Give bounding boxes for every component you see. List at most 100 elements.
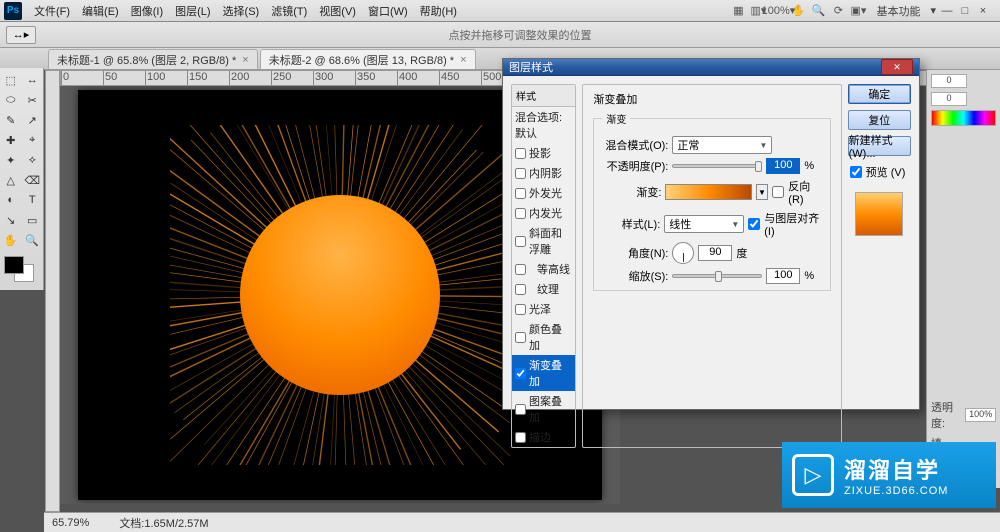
opacity-input[interactable]: 100 bbox=[766, 158, 800, 174]
value-a[interactable]: 0 bbox=[931, 74, 967, 88]
new-style-button[interactable]: 新建样式(W)... bbox=[848, 136, 911, 156]
menu-item[interactable]: 滤镜(T) bbox=[265, 3, 313, 19]
style-item[interactable]: 投影 bbox=[512, 143, 575, 163]
angle-dial[interactable] bbox=[672, 242, 694, 264]
color-ramp[interactable] bbox=[931, 110, 996, 126]
style-select[interactable]: 线性 bbox=[664, 215, 744, 233]
close-window-button[interactable]: × bbox=[976, 5, 990, 17]
tool-preset[interactable]: ↔▸ bbox=[6, 26, 36, 44]
tool-button[interactable]: ⌫ bbox=[22, 170, 44, 190]
tool-button[interactable]: ✋ bbox=[0, 230, 22, 250]
style-item[interactable]: 颜色叠加 bbox=[512, 319, 575, 355]
menu-item[interactable]: 图层(L) bbox=[169, 3, 216, 19]
tool-button[interactable]: ⌖ bbox=[22, 130, 44, 150]
menu-item[interactable]: 窗口(W) bbox=[362, 3, 414, 19]
tool-button[interactable]: ⬭ bbox=[0, 90, 22, 110]
tool-button[interactable]: ⬚ bbox=[0, 70, 22, 90]
reset-button[interactable]: 复位 bbox=[848, 110, 911, 130]
tool-button[interactable]: ↗ bbox=[22, 110, 44, 130]
status-bar: 65.79% 文档:1.65M/2.57M bbox=[44, 512, 1000, 532]
tool-button[interactable]: ↘ bbox=[0, 210, 22, 230]
style-checkbox[interactable] bbox=[515, 368, 526, 379]
opacity-slider[interactable] bbox=[672, 164, 762, 168]
menu-item[interactable]: 帮助(H) bbox=[414, 3, 463, 19]
style-item[interactable]: 等高线 bbox=[512, 259, 575, 279]
style-label: 描边 bbox=[529, 429, 551, 445]
style-checkbox[interactable] bbox=[515, 168, 526, 179]
style-item[interactable]: 渐变叠加 bbox=[512, 355, 575, 391]
style-item[interactable]: 纹理 bbox=[512, 279, 575, 299]
scale-input[interactable]: 100 bbox=[766, 268, 800, 284]
scale-slider[interactable] bbox=[672, 274, 762, 278]
reverse-checkbox[interactable] bbox=[772, 186, 784, 198]
tool-button[interactable]: 🔍 bbox=[22, 230, 44, 250]
style-item[interactable]: 内发光 bbox=[512, 203, 575, 223]
close-icon[interactable]: × bbox=[242, 54, 248, 66]
style-checkbox[interactable] bbox=[515, 264, 526, 275]
zoom-level[interactable]: 65.79% bbox=[52, 517, 89, 529]
gradient-dropdown[interactable]: ▼ bbox=[756, 184, 769, 200]
menu-item[interactable]: 编辑(E) bbox=[76, 3, 125, 19]
style-item[interactable]: 光泽 bbox=[512, 299, 575, 319]
style-checkbox[interactable] bbox=[515, 208, 526, 219]
style-checkbox[interactable] bbox=[515, 284, 526, 295]
document-tab[interactable]: 未标题-2 @ 68.6% (图层 13, RGB/8) * × bbox=[260, 49, 476, 69]
menu-item[interactable]: 图像(I) bbox=[125, 3, 169, 19]
zoom-100-icon[interactable]: 100%▾ bbox=[770, 3, 786, 19]
menu-item[interactable]: 选择(S) bbox=[217, 3, 266, 19]
angle-input[interactable]: 90 bbox=[698, 245, 732, 261]
tool-button[interactable]: ◐ bbox=[0, 190, 22, 210]
tool-button[interactable]: △ bbox=[0, 170, 22, 190]
style-item[interactable]: 外发光 bbox=[512, 183, 575, 203]
preview-checkbox[interactable] bbox=[850, 166, 862, 178]
workspace-label[interactable]: 基本功能 bbox=[870, 3, 926, 19]
ok-button[interactable]: 确定 bbox=[848, 84, 911, 104]
style-item[interactable]: 图案叠加 bbox=[512, 391, 575, 427]
style-label: 光泽 bbox=[529, 301, 551, 317]
right-panels: 0 0 透明度:100% 填充:100% fx▾ bbox=[926, 70, 1000, 488]
style-item[interactable]: 描边 bbox=[512, 427, 575, 447]
style-checkbox[interactable] bbox=[515, 432, 526, 443]
minimize-button[interactable]: — bbox=[940, 5, 954, 17]
maximize-button[interactable]: □ bbox=[958, 5, 972, 17]
style-checkbox[interactable] bbox=[515, 304, 526, 315]
menu-item[interactable]: 视图(V) bbox=[313, 3, 362, 19]
blend-mode-select[interactable]: 正常 bbox=[672, 136, 772, 154]
gradient-preview[interactable] bbox=[665, 184, 751, 200]
foreground-color-swatch[interactable] bbox=[4, 256, 24, 274]
workspace-dropdown-icon[interactable]: ▾ bbox=[930, 4, 936, 17]
tool-button[interactable]: ✚ bbox=[0, 130, 22, 150]
align-checkbox[interactable] bbox=[748, 218, 760, 230]
dialog-titlebar[interactable]: 图层样式 ✕ bbox=[503, 59, 919, 76]
doc-info[interactable]: 文档:1.65M/2.57M bbox=[119, 515, 208, 531]
color-swatches[interactable] bbox=[0, 254, 44, 286]
dialog-close-button[interactable]: ✕ bbox=[881, 59, 913, 75]
style-checkbox[interactable] bbox=[515, 188, 526, 199]
style-item[interactable]: 内阴影 bbox=[512, 163, 575, 183]
style-item[interactable]: 斜面和浮雕 bbox=[512, 223, 575, 259]
style-label: 纹理 bbox=[537, 281, 559, 297]
value-b[interactable]: 0 bbox=[931, 92, 967, 106]
tool-button[interactable]: T bbox=[22, 190, 44, 210]
bridge-icon[interactable]: ▦ bbox=[730, 3, 746, 19]
style-checkbox[interactable] bbox=[515, 148, 526, 159]
hand-icon[interactable]: ✋ bbox=[790, 3, 806, 19]
tool-button[interactable]: ✦ bbox=[0, 150, 22, 170]
tool-button[interactable]: ↔ bbox=[22, 70, 44, 90]
preview-toggle[interactable]: 预览 (V) bbox=[850, 164, 911, 180]
rotate-icon[interactable]: ⟳ bbox=[830, 3, 846, 19]
style-checkbox[interactable] bbox=[515, 404, 526, 415]
tool-button[interactable]: ✂ bbox=[22, 90, 44, 110]
tool-button[interactable]: ✎ bbox=[0, 110, 22, 130]
style-item[interactable]: 混合选项:默认 bbox=[512, 107, 575, 143]
zoom-icon[interactable]: 🔍 bbox=[810, 3, 826, 19]
tool-button[interactable]: ⟡ bbox=[22, 150, 44, 170]
document-tab[interactable]: 未标题-1 @ 65.8% (图层 2, RGB/8) * × bbox=[48, 49, 258, 69]
screen-mode-icon[interactable]: ▣▾ bbox=[850, 3, 866, 19]
menu-item[interactable]: 文件(F) bbox=[28, 3, 76, 19]
style-checkbox[interactable] bbox=[515, 332, 526, 343]
style-checkbox[interactable] bbox=[515, 236, 526, 247]
layer-opacity[interactable]: 100% bbox=[965, 408, 996, 422]
tool-button[interactable]: ▭ bbox=[22, 210, 44, 230]
close-icon[interactable]: × bbox=[460, 54, 466, 66]
